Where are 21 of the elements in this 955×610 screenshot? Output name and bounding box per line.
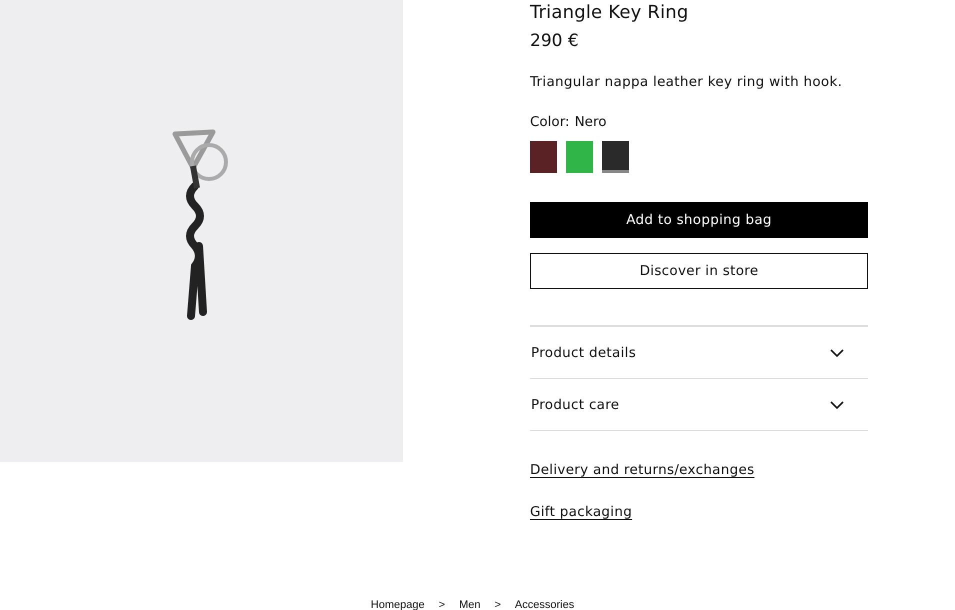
color-value: Nero [574, 113, 606, 131]
add-to-bag-button[interactable]: Add to shopping bag [530, 202, 868, 238]
color-label: Color: [530, 113, 570, 131]
accordion-header[interactable]: Product care [531, 396, 620, 412]
chevron-icon[interactable] [830, 348, 844, 356]
breadcrumb-separator: > [438, 598, 446, 610]
breadcrumb-link[interactable]: Men [459, 598, 480, 610]
breadcrumb-separator: > [494, 598, 501, 610]
color-swatch[interactable] [530, 141, 557, 173]
product-description: Triangular nappa leather key ring with hook. [530, 73, 844, 91]
product-price: 290 € [530, 30, 580, 52]
color-swatch[interactable] [566, 141, 593, 173]
info-link[interactable]: Gift packaging [530, 503, 632, 521]
info-link[interactable]: Delivery and returns/exchanges [530, 461, 754, 479]
breadcrumb-link[interactable]: Accessories [514, 598, 574, 610]
store-button[interactable]: Discover in store [530, 253, 868, 289]
breadcrumb-link[interactable]: Homepage [370, 598, 425, 610]
chevron-icon[interactable] [830, 400, 844, 408]
product-title: Triangle Key Ring [530, 2, 690, 24]
color-swatch[interactable] [602, 141, 629, 173]
accordion-header[interactable]: Product details [531, 344, 636, 360]
